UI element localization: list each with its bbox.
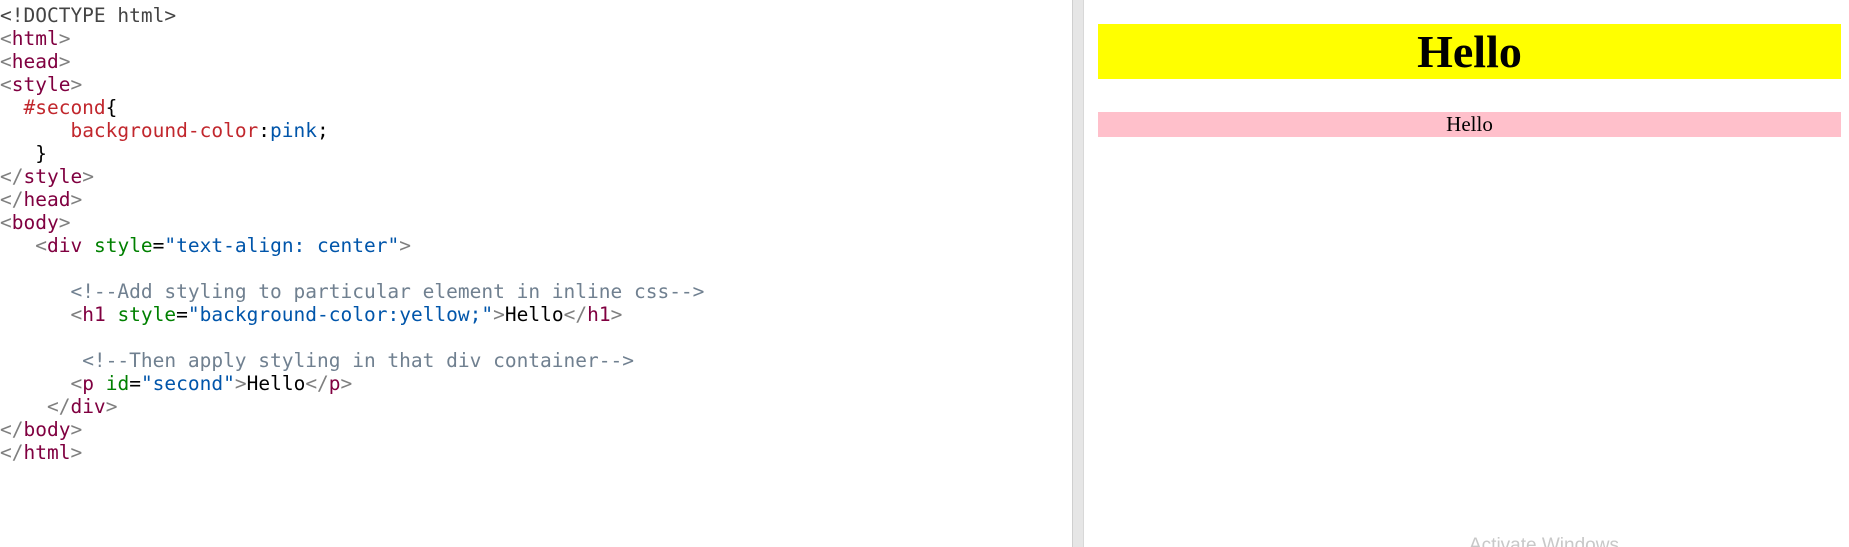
code-token: = <box>129 372 141 395</box>
code-token: < <box>0 27 12 50</box>
code-token: > <box>58 50 71 73</box>
code-token: </ <box>0 188 24 211</box>
code-token: > <box>105 395 118 418</box>
code-token: html <box>23 441 71 464</box>
code-token: < <box>0 211 12 234</box>
code-token: </ <box>0 418 24 441</box>
code-token: </ <box>305 372 329 395</box>
code-token: <!--Then apply styling in that div conta… <box>82 349 634 372</box>
code-token: > <box>58 27 71 50</box>
code-token: < <box>0 50 12 73</box>
code-token: "background-color:yellow;" <box>187 303 494 326</box>
code-token: { <box>105 96 118 119</box>
code-token: div <box>46 234 83 257</box>
code-token: body <box>23 418 71 441</box>
code-token: Hello <box>246 372 306 395</box>
code-line: </html> <box>0 439 82 466</box>
code-token: html <box>11 27 59 50</box>
code-token: p <box>328 372 341 395</box>
code-token: > <box>234 372 247 395</box>
code-token: h1 <box>82 303 106 326</box>
pane-splitter[interactable] <box>1072 0 1084 547</box>
code-token: div <box>70 395 106 418</box>
code-token: > <box>58 211 71 234</box>
code-token: < <box>0 73 12 96</box>
code-token: < <box>70 303 83 326</box>
code-token: > <box>70 73 83 96</box>
code-token: </ <box>0 165 24 188</box>
code-token: style <box>117 303 177 326</box>
preview-heading: Hello <box>1098 24 1841 79</box>
code-line: <h1 style="background-color:yellow;">Hel… <box>0 301 622 328</box>
code-token: < <box>70 372 83 395</box>
code-token: "text-align: center" <box>164 234 400 257</box>
code-token: body <box>11 211 59 234</box>
code-token: > <box>70 418 83 441</box>
code-token: = <box>176 303 188 326</box>
code-token: h1 <box>587 303 611 326</box>
code-token: </ <box>46 395 71 418</box>
code-token: style <box>11 73 71 96</box>
code-line: background-color:pink; <box>0 117 329 144</box>
code-token: ; <box>317 119 329 142</box>
code-token: "second" <box>140 372 235 395</box>
code-token: < <box>35 234 47 257</box>
code-token: Hello <box>504 303 564 326</box>
code-token: <!--Add styling to particular element in… <box>70 280 705 303</box>
code-token: > <box>399 234 411 257</box>
code-token: </ <box>563 303 588 326</box>
preview-paragraph: Hello <box>1098 112 1841 137</box>
preview-pane: Hello Hello Activate Windows <box>1084 0 1849 547</box>
code-token: > <box>610 303 623 326</box>
code-token: <!DOCTYPE html> <box>0 4 177 27</box>
code-token: > <box>493 303 505 326</box>
code-token: style <box>93 234 153 257</box>
code-token: > <box>70 188 83 211</box>
code-token: background-color <box>70 119 259 142</box>
code-token: </ <box>0 441 24 464</box>
code-line: <div style="text-align: center"> <box>0 232 411 259</box>
code-token: > <box>70 441 83 464</box>
code-token: #second <box>23 96 106 119</box>
code-token: pink <box>270 119 318 142</box>
activate-windows-watermark: Activate Windows <box>1469 535 1619 547</box>
code-token: p <box>82 372 94 395</box>
code-token: head <box>23 188 71 211</box>
code-token: > <box>340 372 353 395</box>
code-token: id <box>105 372 130 395</box>
code-token: : <box>258 119 271 142</box>
code-token: } <box>35 142 47 165</box>
code-token: style <box>23 165 83 188</box>
code-token: = <box>152 234 165 257</box>
code-token: head <box>11 50 59 73</box>
code-token: > <box>82 165 94 188</box>
code-editor[interactable]: <!DOCTYPE html> <html> <head> <style> #seco… <box>0 0 1072 547</box>
